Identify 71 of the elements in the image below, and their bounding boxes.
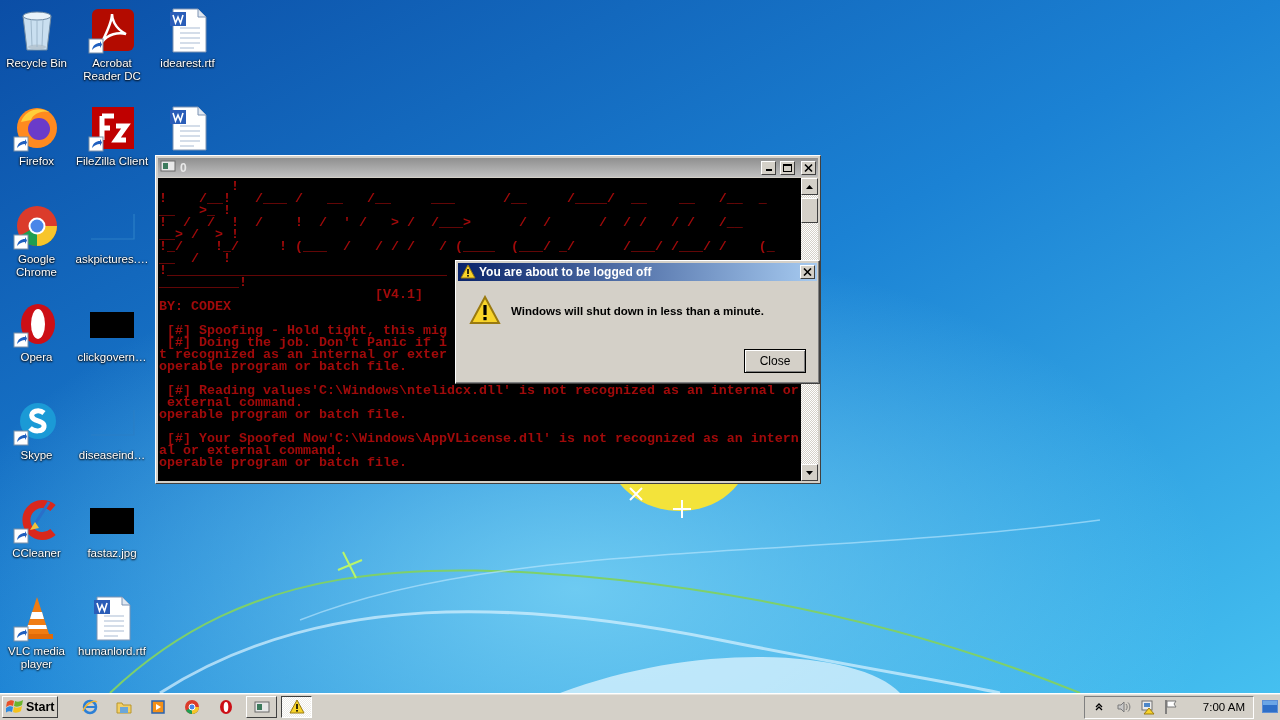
close-icon bbox=[803, 162, 814, 173]
close-button[interactable] bbox=[801, 160, 816, 175]
desktop-icon-label[interactable]: clickgovern… bbox=[77, 351, 147, 364]
console-text: operable program or batch file. bbox=[159, 457, 407, 469]
down-arrow-icon bbox=[806, 470, 813, 475]
desktop-icon-label[interactable]: diseaseind… bbox=[78, 449, 146, 462]
console-text: __ >_ ! bbox=[159, 205, 231, 217]
clock[interactable]: 7:00 AM bbox=[1202, 701, 1245, 713]
desktop-icon-label[interactable]: askpictures.… bbox=[75, 253, 149, 266]
desktop-icon-label[interactable]: VLC media player bbox=[0, 645, 74, 671]
desktop-icon-label[interactable]: Firefox bbox=[18, 155, 55, 168]
console-text: __> / > ! bbox=[159, 229, 239, 241]
pdf-icon[interactable] bbox=[88, 6, 136, 54]
dialog-title: You are about to be logged off bbox=[479, 265, 653, 279]
scrollbar-thumb[interactable] bbox=[801, 198, 818, 223]
console-text: [#] Your Spoofed Now'C:\Windows\AppVLicense.dll' is not recognized as an intern bbox=[167, 430, 799, 445]
filezilla-icon[interactable] bbox=[88, 104, 136, 152]
desktop-icon-label[interactable]: FileZilla Client bbox=[75, 155, 149, 168]
console-text: al or external command. bbox=[159, 445, 343, 457]
minimize-icon bbox=[765, 168, 772, 171]
console-text: operable program or batch file. bbox=[159, 361, 407, 373]
console-text: [#] Spoofing - Hold tight, this mig bbox=[166, 322, 447, 337]
start-button[interactable]: Start bbox=[2, 696, 59, 718]
console-text: ! /__! /___ / __ /__ ___ /__ /____/ __ __ /__ _ bbox=[159, 193, 767, 205]
close-button[interactable]: Close bbox=[744, 349, 806, 373]
browser-icon[interactable] bbox=[82, 699, 99, 715]
maximize-button[interactable] bbox=[780, 160, 795, 175]
up-arrow-icon bbox=[806, 184, 813, 189]
console-icon bbox=[160, 157, 176, 174]
desktop-icon-label[interactable]: Acrobat Reader DC bbox=[75, 57, 149, 83]
console-icon bbox=[254, 699, 270, 715]
show-desktop-icon[interactable] bbox=[1262, 700, 1278, 714]
warning-icon bbox=[460, 264, 476, 280]
scroll-down-button[interactable] bbox=[801, 464, 818, 481]
dialog-message: Windows will shut down in less than a minute. bbox=[511, 305, 764, 317]
warning-icon bbox=[289, 699, 305, 715]
console-text: [V4.1] bbox=[373, 289, 423, 301]
desktop-icon-label[interactable]: humanlord.rtf bbox=[78, 645, 146, 658]
window-title: 0 bbox=[180, 160, 188, 175]
console-text: ! / / ! / ! / ' / > / /___> / / / / / / / /__ bbox=[159, 217, 743, 229]
desktop-icon-label[interactable]: Recycle Bin bbox=[6, 57, 67, 70]
flag-icon[interactable] bbox=[1162, 699, 1179, 715]
network-warning-icon[interactable] bbox=[1138, 699, 1155, 715]
console-text: t recognized as an internal or exter bbox=[159, 349, 447, 361]
desktop-icon-label[interactable]: fastaz.jpg bbox=[87, 547, 137, 560]
taskbar-button[interactable] bbox=[281, 696, 313, 718]
desktop-icon-label[interactable]: Google Chrome bbox=[0, 253, 74, 279]
console-text: external command. bbox=[167, 397, 303, 409]
console-text: !_/ !_/ ! (___ / / / / / (____ (___/ _/ /___/ /___/ / (_ bbox=[159, 241, 775, 253]
windows-logo-icon bbox=[6, 699, 24, 715]
console-text: [#] Doing the job. Don't Panic if i bbox=[166, 337, 447, 349]
opera-icon[interactable] bbox=[218, 699, 235, 715]
console-text: operable program or batch file. bbox=[159, 409, 407, 421]
desktop-icon-label[interactable]: Opera bbox=[20, 351, 53, 364]
desktop-icon-label[interactable]: idearest.rtf bbox=[160, 57, 215, 70]
console-text: __________! bbox=[159, 277, 247, 289]
media-player-icon[interactable] bbox=[150, 699, 167, 715]
console-text: [#] Reading values'C:\Windows\ntelidcx.dll' is not recognized as an internal or bbox=[166, 382, 799, 397]
warning-icon bbox=[469, 295, 501, 327]
console-text: ! bbox=[229, 181, 239, 193]
console-text: !___________________________________ bbox=[159, 265, 447, 277]
maximize-icon bbox=[782, 162, 793, 173]
console-text: __ / ! bbox=[159, 253, 231, 265]
chrome-icon[interactable] bbox=[184, 699, 201, 715]
desktop-icon-label[interactable]: Skype bbox=[20, 449, 53, 462]
scroll-up-button[interactable] bbox=[801, 178, 818, 195]
minimize-button[interactable] bbox=[761, 160, 776, 175]
close-icon bbox=[803, 268, 812, 276]
desktop-icon-label[interactable]: CCleaner bbox=[12, 547, 61, 560]
console-text: BY: CODEX bbox=[159, 301, 231, 313]
close-button[interactable] bbox=[800, 265, 815, 279]
